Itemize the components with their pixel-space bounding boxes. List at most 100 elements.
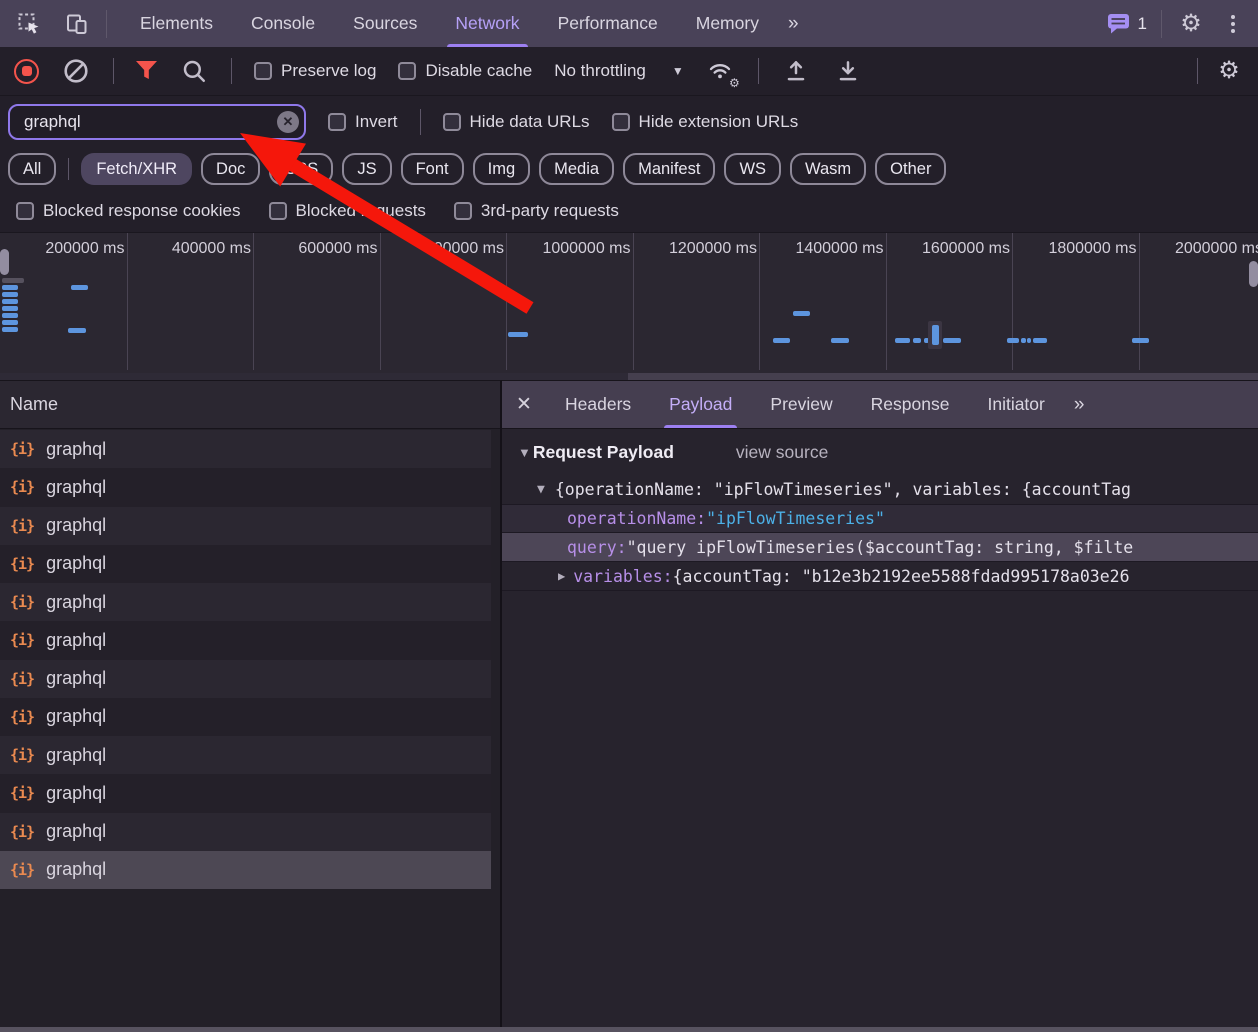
overview-scrollbar[interactable] bbox=[0, 373, 1258, 380]
details-tab-payload[interactable]: Payload bbox=[652, 381, 749, 428]
tab-console[interactable]: Console bbox=[235, 0, 331, 47]
kebab-menu-icon[interactable] bbox=[1220, 15, 1246, 33]
hide-extension-urls-label: Hide extension URLs bbox=[639, 112, 799, 132]
more-tabs-icon[interactable]: » bbox=[778, 13, 807, 35]
expand-triangle-icon[interactable]: ▶ bbox=[558, 569, 565, 583]
chip-css[interactable]: CSS bbox=[269, 153, 333, 185]
blocked-cookies-checkbox[interactable] bbox=[16, 202, 34, 220]
chip-fetch-xhr[interactable]: Fetch/XHR bbox=[81, 153, 192, 185]
network-overview-timeline[interactable]: 200000 ms400000 ms600000 ms800000 ms1000… bbox=[0, 232, 1258, 380]
throttling-dropdown[interactable]: No throttling ▼ bbox=[554, 61, 684, 81]
chip-all[interactable]: All bbox=[8, 153, 56, 185]
export-har-icon[interactable] bbox=[833, 56, 863, 86]
third-party-option[interactable]: 3rd-party requests bbox=[454, 201, 619, 221]
collapse-triangle-icon[interactable]: ▼ bbox=[537, 482, 545, 497]
timeline-gridline bbox=[886, 233, 887, 370]
payload-section-header[interactable]: ▼ Request Payload view source bbox=[502, 429, 1258, 475]
chip-img[interactable]: Img bbox=[473, 153, 531, 185]
third-party-checkbox[interactable] bbox=[454, 202, 472, 220]
search-icon[interactable] bbox=[179, 56, 209, 86]
details-tab-response[interactable]: Response bbox=[854, 381, 967, 428]
filter-input[interactable] bbox=[8, 104, 306, 140]
record-network-log-button[interactable] bbox=[14, 59, 39, 84]
request-row[interactable]: {i}graphql bbox=[0, 583, 491, 621]
clear-network-log-icon[interactable] bbox=[61, 56, 91, 86]
request-row[interactable]: {i}graphql bbox=[0, 545, 491, 583]
tabbar-separator bbox=[1161, 10, 1162, 38]
details-tab-label: Response bbox=[871, 394, 950, 415]
payload-row-variables[interactable]: ▶ variables: {accountTag: "b12e3b2192ee5… bbox=[502, 562, 1258, 591]
invert-option[interactable]: Invert bbox=[328, 112, 398, 132]
clear-filter-icon[interactable]: ✕ bbox=[277, 111, 299, 133]
hide-data-urls-checkbox[interactable] bbox=[443, 113, 461, 131]
request-row[interactable]: {i}graphql bbox=[0, 507, 491, 545]
inspect-element-icon[interactable] bbox=[14, 9, 44, 39]
waterfall-bar bbox=[831, 338, 849, 343]
tab-network[interactable]: Network bbox=[439, 0, 535, 47]
timeline-gridline bbox=[506, 233, 507, 370]
request-row[interactable]: {i}graphql bbox=[0, 468, 491, 506]
details-tab-preview[interactable]: Preview bbox=[753, 381, 849, 428]
blocked-requests-option[interactable]: Blocked requests bbox=[269, 201, 426, 221]
close-details-icon[interactable]: ✕ bbox=[502, 393, 546, 416]
details-more-tabs-icon[interactable]: » bbox=[1064, 394, 1093, 416]
overview-scrollbar-thumb[interactable] bbox=[0, 373, 628, 380]
details-tab-initiator[interactable]: Initiator bbox=[970, 381, 1061, 428]
settings-gear-icon[interactable]: ⚙ bbox=[1176, 9, 1206, 39]
overview-drag-handle[interactable] bbox=[1249, 261, 1258, 287]
hide-extension-urls-option[interactable]: Hide extension URLs bbox=[612, 112, 799, 132]
invert-checkbox[interactable] bbox=[328, 113, 346, 131]
tab-memory[interactable]: Memory bbox=[680, 0, 775, 47]
hide-extension-urls-checkbox[interactable] bbox=[612, 113, 630, 131]
resource-type-chips: All Fetch/XHR Doc CSS JS Font ImgMedia Manifest… bbox=[0, 148, 1258, 190]
chip-manifest[interactable]: Manifest bbox=[623, 153, 715, 185]
payload-root-row[interactable]: ▼ {operationName: "ipFlowTimeseries", va… bbox=[502, 475, 1258, 504]
payload-row-query[interactable]: query: "query ipFlowTimeseries($accountT… bbox=[502, 533, 1258, 562]
tab-elements[interactable]: Elements bbox=[124, 0, 229, 47]
blocked-cookies-option[interactable]: Blocked response cookies bbox=[16, 201, 241, 221]
chip-js[interactable]: JS bbox=[342, 153, 391, 185]
request-row[interactable]: {i}graphql bbox=[0, 698, 491, 736]
request-name: graphql bbox=[46, 706, 106, 727]
network-conditions-icon[interactable]: ⚙ bbox=[706, 58, 736, 84]
tab-sources[interactable]: Sources bbox=[337, 0, 433, 47]
disable-cache-checkbox[interactable] bbox=[398, 62, 416, 80]
blocked-requests-checkbox[interactable] bbox=[269, 202, 287, 220]
request-name: graphql bbox=[46, 859, 106, 880]
chip-other[interactable]: Other bbox=[875, 153, 946, 185]
request-row[interactable]: {i}graphql bbox=[0, 851, 491, 889]
request-row[interactable]: {i}graphql bbox=[0, 660, 491, 698]
import-har-icon[interactable] bbox=[781, 56, 811, 86]
issues-button[interactable]: 1 bbox=[1107, 12, 1147, 35]
request-row[interactable]: {i}graphql bbox=[0, 813, 491, 851]
chip-ws[interactable]: WS bbox=[724, 153, 781, 185]
preserve-log-option[interactable]: Preserve log bbox=[254, 61, 376, 81]
disable-cache-option[interactable]: Disable cache bbox=[398, 61, 532, 81]
chip-doc[interactable]: Doc bbox=[201, 153, 260, 185]
chip-font[interactable]: Font bbox=[401, 153, 464, 185]
network-settings-gear-icon[interactable]: ⚙ bbox=[1214, 56, 1244, 86]
preserve-log-checkbox[interactable] bbox=[254, 62, 272, 80]
network-toolbar: Preserve log Disable cache No throttling… bbox=[0, 47, 1258, 96]
payload-row-operation-name[interactable]: operationName: "ipFlowTimeseries" bbox=[502, 504, 1258, 533]
timeline-tick-label: 800000 ms bbox=[404, 240, 504, 258]
timeline-tick-label: 400000 ms bbox=[151, 240, 251, 258]
hide-data-urls-option[interactable]: Hide data URLs bbox=[443, 112, 590, 132]
overview-drag-handle[interactable] bbox=[0, 249, 9, 275]
payload-root-preview: {operationName: "ipFlowTimeseries", vari… bbox=[555, 480, 1131, 499]
details-tab-headers[interactable]: Headers bbox=[548, 381, 648, 428]
chip-media[interactable]: Media bbox=[539, 153, 614, 185]
device-toolbar-icon[interactable] bbox=[62, 9, 92, 39]
tab-label: Console bbox=[251, 13, 315, 34]
request-row[interactable]: {i}graphql bbox=[0, 621, 491, 659]
name-column-header[interactable]: Name bbox=[0, 381, 500, 429]
request-row[interactable]: {i}graphql bbox=[0, 736, 491, 774]
collapse-triangle-icon[interactable]: ▼ bbox=[518, 445, 531, 460]
chip-wasm[interactable]: Wasm bbox=[790, 153, 866, 185]
view-source-link[interactable]: view source bbox=[736, 442, 828, 463]
filter-funnel-icon[interactable] bbox=[136, 61, 157, 81]
tab-performance[interactable]: Performance bbox=[542, 0, 674, 47]
request-row[interactable]: {i}graphql bbox=[0, 774, 491, 812]
tab-label: Sources bbox=[353, 13, 417, 34]
request-row[interactable]: {i}graphql bbox=[0, 430, 491, 468]
